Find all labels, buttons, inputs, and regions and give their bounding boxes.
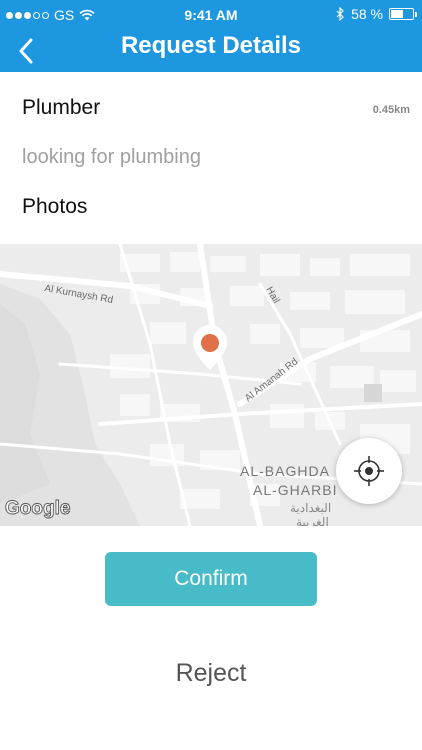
page-title: Request Details (120, 32, 302, 59)
map-label-district-ar: الغربية (296, 515, 329, 526)
request-description: looking for plumbing (22, 146, 201, 168)
reject-button[interactable]: Reject (105, 650, 317, 696)
status-bar: GS 9:41 AM 58 % (0, 0, 422, 30)
distance-label: 0.45km (372, 104, 410, 116)
confirm-button[interactable]: Confirm (105, 552, 317, 606)
photos-label[interactable]: Photos (22, 195, 87, 219)
battery-level (391, 10, 404, 18)
crosshair-icon (354, 456, 384, 486)
bluetooth-icon (336, 7, 344, 21)
google-logo: Google (5, 498, 70, 519)
map-label-district: AL-GHARBI (253, 482, 337, 498)
battery-percent: 58 % (351, 6, 383, 22)
status-right: 58 % (336, 6, 417, 22)
nav-bar: Request Details (0, 30, 422, 72)
service-type: Plumber (22, 96, 101, 119)
map-label-district: AL-BAGHDA (240, 463, 330, 479)
battery-icon (389, 8, 417, 20)
locate-me-button[interactable] (336, 438, 402, 504)
map-label-district-ar: البغدادية (290, 501, 331, 515)
